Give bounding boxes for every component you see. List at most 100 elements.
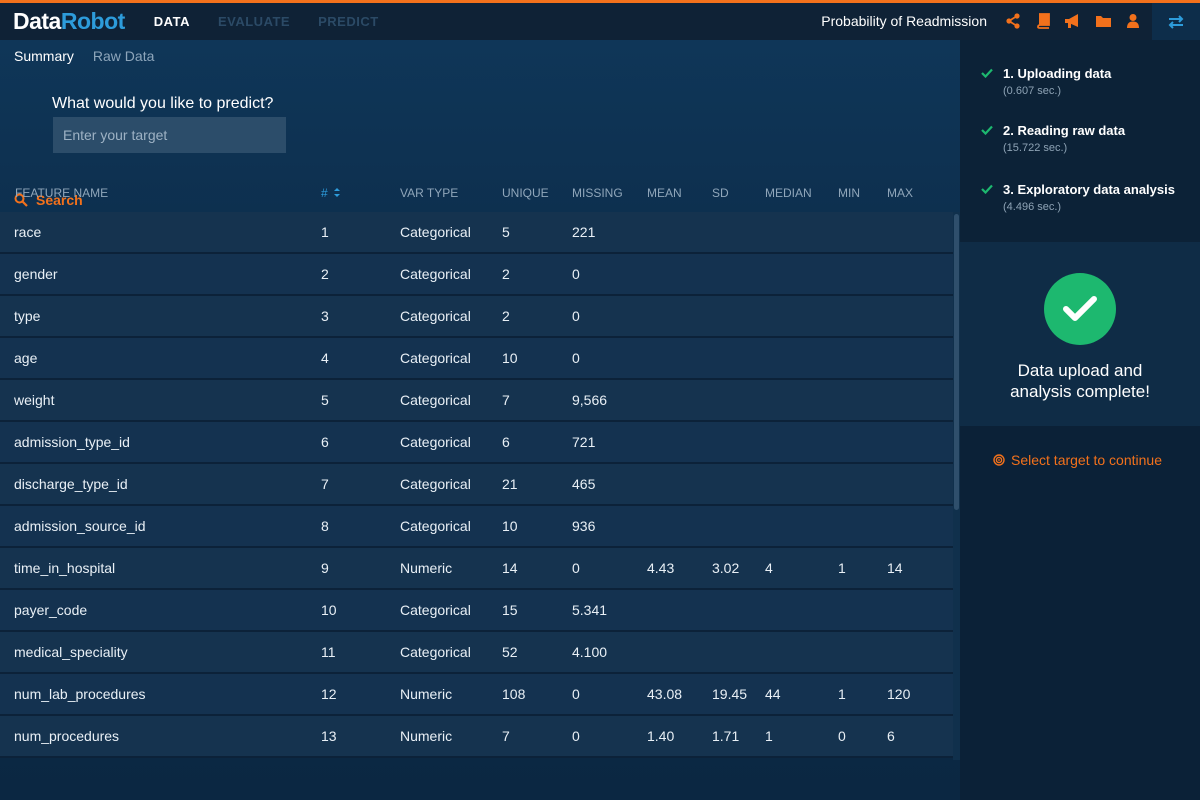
table-row[interactable]: discharge_type_id 7 Categorical 21 465 <box>0 464 953 506</box>
index-cell: 3 <box>321 308 329 324</box>
project-name[interactable]: Probability of Readmission <box>821 13 987 29</box>
feature-name-cell: admission_type_id <box>14 434 130 450</box>
max-cell: 14 <box>887 560 903 576</box>
median-cell: 1 <box>765 728 773 744</box>
datarobot-logo[interactable]: DataRobot <box>13 8 125 35</box>
index-cell: 6 <box>321 434 329 450</box>
mean-cell: 4.43 <box>647 560 675 576</box>
unique-cell: 10 <box>502 518 518 534</box>
tab-data[interactable]: DATA <box>154 14 190 29</box>
feature-name-cell: medical_speciality <box>14 644 128 660</box>
tab-predict[interactable]: PREDICT <box>318 14 379 29</box>
feature-name-cell: time_in_hospital <box>14 560 116 576</box>
table-row[interactable]: admission_source_id 8 Categorical 10 936 <box>0 506 953 548</box>
progress-panel: 1. Uploading data (0.607 sec.) 2. Reading… <box>960 40 1200 800</box>
scrollbar-thumb[interactable] <box>954 214 959 510</box>
table-row[interactable]: admission_type_id 6 Categorical 6 721 <box>0 422 953 464</box>
var-type-cell: Numeric <box>400 560 453 576</box>
mean-cell: 43.08 <box>647 686 683 702</box>
missing-cell: 221 <box>572 224 596 240</box>
missing-cell: 0 <box>572 308 580 324</box>
index-cell: 11 <box>321 644 336 660</box>
feature-name-cell: age <box>14 350 38 366</box>
feature-name-cell: gender <box>14 266 58 282</box>
min-cell: 0 <box>838 728 846 744</box>
feature-name-cell: num_lab_procedures <box>14 686 146 702</box>
index-cell: 7 <box>321 476 329 492</box>
index-cell: 2 <box>321 266 329 282</box>
table-row[interactable]: time_in_hospital 9 Numeric 14 0 4.43 3.02 4 1 14 <box>0 548 953 590</box>
feature-name-cell: num_procedures <box>14 728 120 744</box>
sd-cell: 1.71 <box>712 728 740 744</box>
col-mean[interactable]: MEAN <box>647 186 682 200</box>
table-row[interactable]: type 3 Categorical 2 0 <box>0 296 953 338</box>
col-max[interactable]: MAX <box>887 186 913 200</box>
share-icon[interactable] <box>1004 10 1022 32</box>
col-feature-name[interactable]: FEATURE NAME <box>15 186 108 200</box>
swap-icon[interactable] <box>1152 3 1200 40</box>
progress-steps: 1. Uploading data (0.607 sec.) 2. Reading… <box>960 40 1200 242</box>
unique-cell: 2 <box>502 266 510 282</box>
table-header: FEATURE NAME # VAR TYPE UNIQUE MISSING M… <box>0 184 953 212</box>
var-type-cell: Categorical <box>400 518 471 534</box>
unique-cell: 6 <box>502 434 510 450</box>
col-median[interactable]: MEDIAN <box>765 186 812 200</box>
feature-name-cell: type <box>14 308 41 324</box>
missing-cell: 0 <box>572 686 580 702</box>
subtab-summary[interactable]: Summary <box>14 48 74 64</box>
unique-cell: 52 <box>502 644 518 660</box>
index-cell: 10 <box>321 602 337 618</box>
var-type-cell: Categorical <box>400 266 471 282</box>
col-sd[interactable]: SD <box>712 186 729 200</box>
col-missing[interactable]: MISSING <box>572 186 623 200</box>
var-type-cell: Categorical <box>400 392 471 408</box>
megaphone-icon[interactable] <box>1064 10 1082 32</box>
success-check-icon <box>1044 273 1116 345</box>
feature-name-cell: race <box>14 224 42 240</box>
unique-cell: 108 <box>502 686 526 702</box>
subtab-raw-data[interactable]: Raw Data <box>93 48 154 64</box>
table-row[interactable]: race 1 Categorical 5 221 <box>0 212 953 254</box>
table-row[interactable]: num_procedures 13 Numeric 7 0 1.40 1.71 1 0 6 <box>0 716 953 758</box>
table-row[interactable]: age 4 Categorical 10 0 <box>0 338 953 380</box>
sd-cell: 19.45 <box>712 686 748 702</box>
unique-cell: 14 <box>502 560 518 576</box>
table-row[interactable]: gender 2 Categorical 2 0 <box>0 254 953 296</box>
var-type-cell: Categorical <box>400 224 471 240</box>
index-cell: 5 <box>321 392 329 408</box>
step-eda: 3. Exploratory data analysis (4.496 sec.) <box>979 182 1175 213</box>
var-type-cell: Numeric <box>400 728 453 744</box>
unique-cell: 7 <box>502 392 510 408</box>
max-cell: 120 <box>887 686 911 702</box>
folder-icon[interactable] <box>1094 10 1112 32</box>
var-type-cell: Categorical <box>400 434 471 450</box>
table-row[interactable]: medical_speciality 11 Categorical 52 4.100 <box>0 632 953 674</box>
var-type-cell: Categorical <box>400 476 471 492</box>
min-cell: 1 <box>838 560 846 576</box>
step-uploading: 1. Uploading data (0.607 sec.) <box>979 66 1111 97</box>
unique-cell: 21 <box>502 476 518 492</box>
step-reading: 2. Reading raw data (15.722 sec.) <box>979 123 1125 154</box>
index-cell: 9 <box>321 560 329 576</box>
missing-cell: 721 <box>572 434 596 450</box>
col-min[interactable]: MIN <box>838 186 860 200</box>
target-input[interactable] <box>53 117 286 153</box>
col-unique[interactable]: UNIQUE <box>502 186 549 200</box>
user-icon[interactable] <box>1124 10 1142 32</box>
table-row[interactable]: payer_code 10 Categorical 15 5.341 <box>0 590 953 632</box>
table-row[interactable]: num_lab_procedures 12 Numeric 108 0 43.08 19.4… <box>0 674 953 716</box>
index-cell: 1 <box>321 224 329 240</box>
check-icon <box>981 125 993 135</box>
col-index[interactable]: # <box>321 186 341 200</box>
unique-cell: 7 <box>502 728 510 744</box>
col-var-type[interactable]: VAR TYPE <box>400 186 458 200</box>
select-target-link[interactable]: Select target to continue <box>993 452 1162 468</box>
tab-evaluate[interactable]: EVALUATE <box>218 14 290 29</box>
mean-cell: 1.40 <box>647 728 675 744</box>
missing-cell: 0 <box>572 350 580 366</box>
feature-name-cell: discharge_type_id <box>14 476 128 492</box>
book-icon[interactable] <box>1034 10 1052 32</box>
median-cell: 4 <box>765 560 773 576</box>
sd-cell: 3.02 <box>712 560 740 576</box>
table-row[interactable]: weight 5 Categorical 7 9,566 <box>0 380 953 422</box>
